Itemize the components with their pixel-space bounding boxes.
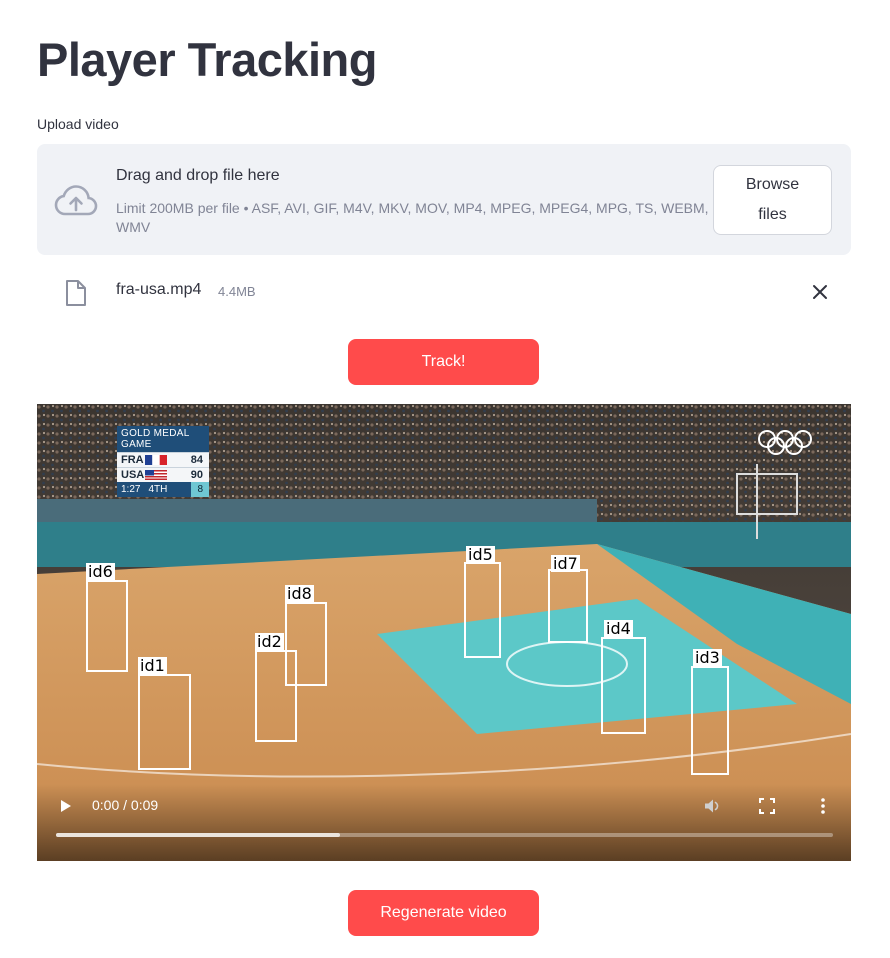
fullscreen-icon[interactable]	[759, 798, 775, 814]
track-button[interactable]: Track!	[348, 339, 539, 385]
player-label-id8: id8	[285, 584, 314, 603]
scoreboard-clock-row: 1:27 4TH 8	[117, 482, 209, 497]
player-label-id7: id7	[551, 554, 580, 573]
video-player[interactable]: GOLD MEDAL GAME FRA 84 USA 90 1:27 4TH 8…	[37, 404, 851, 861]
page-title: Player Tracking	[37, 33, 377, 86]
file-name: fra-usa.mp4	[116, 281, 202, 298]
player-box-id4	[601, 637, 646, 734]
player-label-id4: id4	[604, 619, 633, 638]
player-box-id7	[548, 569, 588, 643]
volume-icon[interactable]	[703, 797, 721, 815]
team2-name: USA	[121, 469, 145, 481]
browse-label-line1: Browse	[745, 176, 800, 193]
usa-flag-icon	[145, 470, 167, 480]
player-box-id3	[691, 666, 729, 775]
scoreboard: GOLD MEDAL GAME FRA 84 USA 90 1:27 4TH 8	[117, 426, 209, 497]
game-period: 4TH	[148, 484, 168, 495]
file-dropzone[interactable]: Drag and drop file here Limit 200MB per …	[37, 144, 851, 255]
player-label-id3: id3	[693, 648, 722, 667]
file-size: 4.4MB	[218, 284, 256, 299]
video-controls: 0:00 / 0:09	[37, 784, 851, 861]
close-icon[interactable]	[811, 283, 829, 301]
player-box-id8	[285, 602, 327, 686]
upload-label: Upload video	[37, 116, 119, 132]
player-label-id5: id5	[466, 545, 495, 564]
video-time: 0:00 / 0:09	[92, 797, 159, 813]
player-label-id6: id6	[86, 562, 115, 581]
team2-score: 90	[190, 469, 203, 481]
team-fouls: 8	[191, 482, 209, 497]
browse-files-button[interactable]: Browse files	[713, 165, 832, 235]
uploaded-file-row: fra-usa.mp4 4.4MB	[37, 270, 851, 314]
file-icon	[66, 280, 86, 306]
cloud-upload-icon	[54, 185, 98, 216]
scoreboard-row-team2: USA 90	[117, 467, 209, 482]
dropzone-title: Drag and drop file here	[116, 167, 280, 184]
player-box-id6	[86, 580, 128, 672]
scoreboard-header: GOLD MEDAL GAME	[117, 426, 209, 452]
more-options-icon[interactable]	[817, 797, 829, 815]
player-box-id1	[138, 674, 191, 770]
regenerate-video-button[interactable]: Regenerate video	[348, 890, 539, 936]
browse-label-line2: files	[758, 206, 787, 223]
play-icon[interactable]	[57, 798, 73, 814]
team1-name: FRA	[121, 454, 144, 466]
france-flag-icon	[145, 455, 167, 465]
player-label-id1: id1	[138, 656, 167, 675]
scoreboard-row-team1: FRA 84	[117, 452, 209, 467]
video-progress-fill	[56, 833, 340, 837]
player-label-id2: id2	[255, 632, 284, 651]
game-clock: 1:27	[121, 484, 141, 495]
player-box-id5	[464, 562, 501, 658]
video-progress-bar[interactable]	[56, 833, 833, 837]
team1-score: 84	[190, 454, 203, 466]
dropzone-limit-text: Limit 200MB per file • ASF, AVI, GIF, M4…	[116, 200, 709, 235]
